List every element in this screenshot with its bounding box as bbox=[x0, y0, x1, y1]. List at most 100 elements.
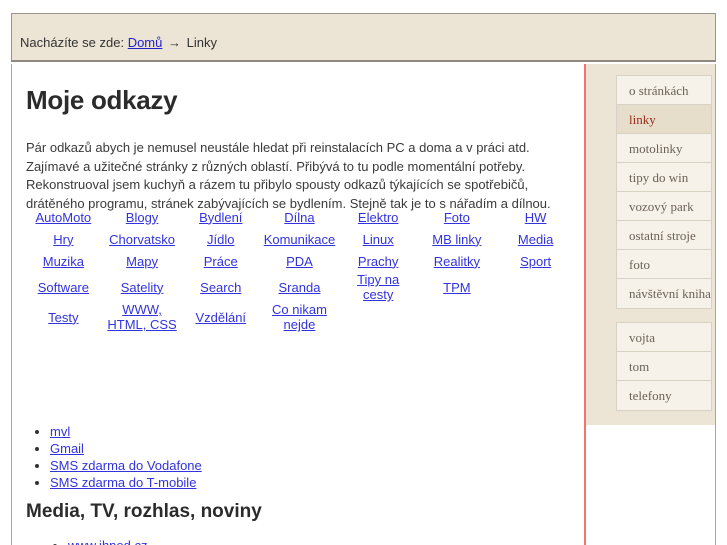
link-cell: HW bbox=[496, 206, 575, 228]
link-cell: Realitky bbox=[418, 250, 497, 272]
link-cell bbox=[418, 302, 497, 332]
category-link[interactable]: Dílna bbox=[284, 210, 314, 225]
category-link[interactable]: Sport bbox=[520, 254, 551, 269]
link-category-table: AutoMoto Blogy Bydlení Dílna Elektro Foto HW Hr… bbox=[24, 206, 575, 333]
page-root: Nacházíte se zde: Domů → Linky Moje odka… bbox=[0, 0, 727, 545]
link-cell: Blogy bbox=[103, 206, 182, 228]
category-link[interactable]: AutoMoto bbox=[36, 210, 92, 225]
link-cell: Dílna bbox=[260, 206, 339, 228]
sidebar-item-label: ostatní stroje bbox=[629, 228, 696, 243]
sidebar-item-telefony[interactable]: telefony bbox=[616, 380, 712, 411]
media-link[interactable]: www.ihned.cz bbox=[68, 538, 147, 545]
breadcrumb: Nacházíte se zde: Domů → Linky bbox=[20, 35, 217, 50]
list-item: Gmail bbox=[50, 441, 202, 457]
sidebar-item-motolinky[interactable]: motolinky bbox=[616, 133, 712, 164]
category-link[interactable]: Blogy bbox=[126, 210, 159, 225]
link-cell: Chorvatsko bbox=[103, 228, 182, 250]
link-cell: Sport bbox=[496, 250, 575, 272]
link-cell: Bydlení bbox=[181, 206, 260, 228]
link-cell bbox=[339, 302, 418, 332]
category-link[interactable]: Satelity bbox=[121, 280, 164, 295]
category-link[interactable]: Vzdělání bbox=[195, 310, 246, 325]
category-link[interactable]: Foto bbox=[444, 210, 470, 225]
sidebar-item-label: o stránkách bbox=[629, 83, 689, 98]
sidebar-item-label: telefony bbox=[629, 388, 672, 403]
category-link[interactable]: Sranda bbox=[279, 280, 321, 295]
breadcrumb-prefix: Nacházíte se zde: bbox=[20, 35, 125, 50]
link-cell: Muzika bbox=[24, 250, 103, 272]
quick-link[interactable]: mvl bbox=[50, 424, 70, 439]
link-cell: Linux bbox=[339, 228, 418, 250]
sidebar-item-label: vojta bbox=[629, 330, 655, 345]
category-link[interactable]: Práce bbox=[204, 254, 238, 269]
quick-link[interactable]: Gmail bbox=[50, 441, 84, 456]
sidebar-item-linky[interactable]: linky bbox=[616, 104, 712, 135]
page-title: Moje odkazy bbox=[26, 85, 178, 115]
category-link[interactable]: Komunikace bbox=[264, 232, 336, 247]
sidebar-item-label: linky bbox=[629, 112, 656, 127]
content-column: Moje odkazy Pár odkazů abych je nemusel … bbox=[12, 64, 583, 545]
link-cell: Media bbox=[496, 228, 575, 250]
sidebar-item-label: tom bbox=[629, 359, 650, 374]
media-link-note: - bbox=[147, 538, 155, 545]
quick-link[interactable]: SMS zdarma do Vodafone bbox=[50, 458, 202, 473]
sidebar-item-foto[interactable]: foto bbox=[616, 249, 712, 280]
category-link[interactable]: Jídlo bbox=[207, 232, 234, 247]
category-link[interactable]: Co nikam nejde bbox=[272, 302, 327, 332]
sidebar-item-o-stránkách[interactable]: o stránkách bbox=[616, 75, 712, 106]
breadcrumb-link-home[interactable]: Domů bbox=[128, 35, 163, 50]
category-link[interactable]: TPM bbox=[443, 280, 470, 295]
link-cell: Elektro bbox=[339, 206, 418, 228]
sidebar-item-ostatní-stroje[interactable]: ostatní stroje bbox=[616, 220, 712, 251]
category-link[interactable]: Search bbox=[200, 280, 241, 295]
link-cell: Foto bbox=[418, 206, 497, 228]
category-link[interactable]: WWW, HTML, CSS bbox=[107, 302, 176, 332]
quick-links-list: mvl Gmail SMS zdarma do Vodafone SMS zdarma… bbox=[26, 424, 202, 492]
category-link[interactable]: Chorvatsko bbox=[109, 232, 175, 247]
category-link[interactable]: Software bbox=[38, 280, 89, 295]
link-cell: Práce bbox=[181, 250, 260, 272]
link-cell: PDA bbox=[260, 250, 339, 272]
quick-link[interactable]: SMS zdarma do T-mobile bbox=[50, 475, 196, 490]
list-item: www.ihned.cz - bbox=[68, 537, 348, 545]
link-cell: Testy bbox=[24, 302, 103, 332]
link-cell: Search bbox=[181, 272, 260, 302]
link-cell: Prachy bbox=[339, 250, 418, 272]
category-link[interactable]: MB linky bbox=[432, 232, 481, 247]
category-link[interactable]: Testy bbox=[48, 310, 78, 325]
link-cell: Vzdělání bbox=[181, 302, 260, 332]
list-item: SMS zdarma do T-mobile bbox=[50, 475, 202, 491]
sidebar-item-tom[interactable]: tom bbox=[616, 351, 712, 382]
list-item: mvl bbox=[50, 424, 202, 440]
category-link[interactable]: PDA bbox=[286, 254, 313, 269]
link-cell bbox=[496, 302, 575, 332]
breadcrumb-separator-icon: → bbox=[168, 35, 181, 50]
link-cell: Tipy na cesty bbox=[339, 272, 418, 302]
link-cell: Jídlo bbox=[181, 228, 260, 250]
category-link[interactable]: HW bbox=[525, 210, 547, 225]
category-link[interactable]: Mapy bbox=[126, 254, 158, 269]
link-cell: TPM bbox=[418, 272, 497, 302]
list-item: SMS zdarma do Vodafone bbox=[50, 458, 202, 474]
intro-paragraph: Pár odkazů abych je nemusel neustále hle… bbox=[26, 140, 551, 211]
category-link[interactable]: Elektro bbox=[358, 210, 398, 225]
sidebar-item-label: motolinky bbox=[629, 141, 683, 156]
sidebar-item-label: vozový park bbox=[629, 199, 694, 214]
sidebar-item-tipy-do-win[interactable]: tipy do win bbox=[616, 162, 712, 193]
table-row: AutoMoto Blogy Bydlení Dílna Elektro Foto HW bbox=[24, 206, 575, 228]
sidebar-item-label: foto bbox=[629, 257, 650, 272]
category-link[interactable]: Tipy na cesty bbox=[357, 272, 399, 302]
category-link[interactable]: Media bbox=[518, 232, 553, 247]
category-link[interactable]: Linux bbox=[363, 232, 394, 247]
sidebar-item-návštěvní-kniha[interactable]: návštěvní kniha bbox=[616, 278, 712, 309]
category-link[interactable]: Realitky bbox=[434, 254, 480, 269]
link-cell: Mapy bbox=[103, 250, 182, 272]
category-link[interactable]: Hry bbox=[53, 232, 73, 247]
category-link[interactable]: Prachy bbox=[358, 254, 398, 269]
category-link[interactable]: Bydlení bbox=[199, 210, 242, 225]
sidebar-item-vozový-park[interactable]: vozový park bbox=[616, 191, 712, 222]
section-title-media: Media, TV, rozhlas, noviny bbox=[26, 501, 262, 522]
sidebar-item-vojta[interactable]: vojta bbox=[616, 322, 712, 353]
table-row: Muzika Mapy Práce PDA Prachy Realitky Sport bbox=[24, 250, 575, 272]
category-link[interactable]: Muzika bbox=[43, 254, 84, 269]
